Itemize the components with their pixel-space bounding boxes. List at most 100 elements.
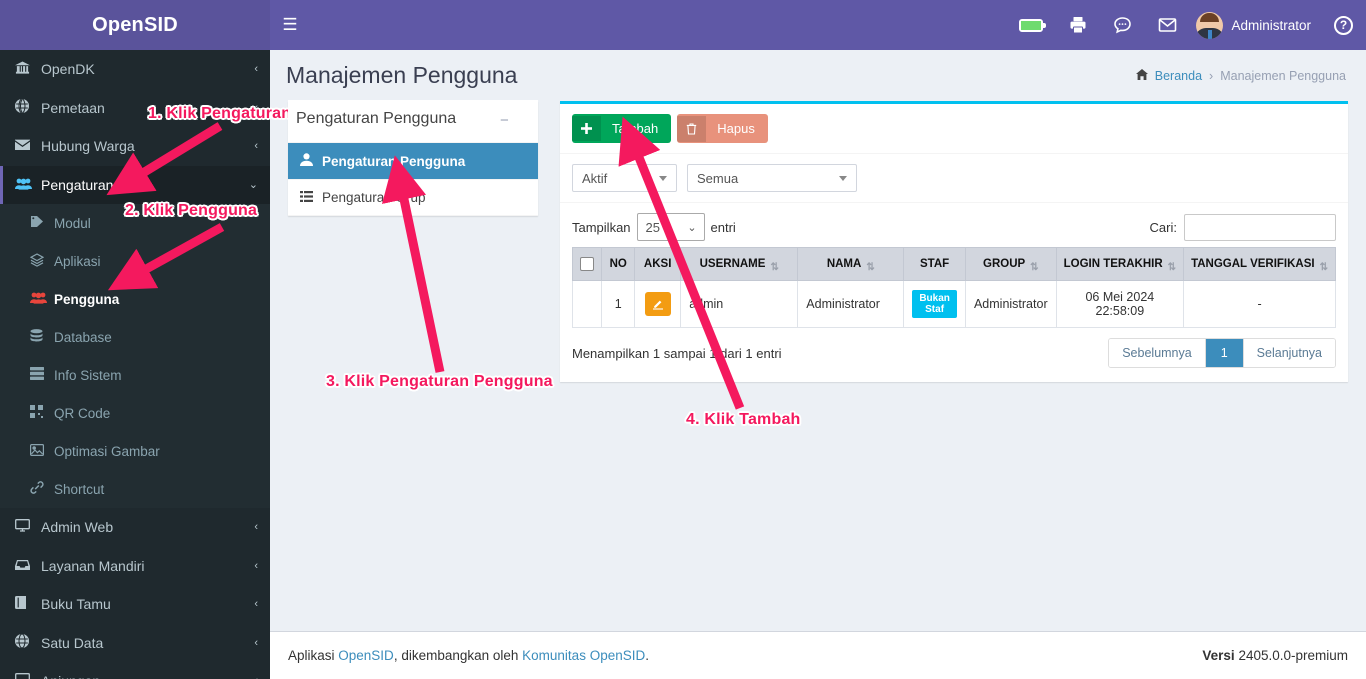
footer-link-komunitas[interactable]: Komunitas OpenSID bbox=[522, 648, 645, 663]
sidebar-item-admin-web[interactable]: Admin Web ‹ bbox=[0, 508, 270, 547]
avatar bbox=[1196, 11, 1224, 39]
user-name-label: Administrator bbox=[1231, 17, 1311, 33]
brand-label: OpenSID bbox=[92, 13, 178, 36]
link-icon bbox=[30, 481, 54, 497]
status-badge: Bukan Staf bbox=[912, 290, 957, 318]
delete-button[interactable]: Hapus bbox=[677, 114, 768, 143]
sidebar-item-aplikasi[interactable]: Aplikasi bbox=[0, 242, 270, 280]
search-input[interactable] bbox=[1184, 213, 1336, 241]
td-login-terakhir: 06 Mei 2024 22:58:09 bbox=[1055, 280, 1185, 328]
sidebar-item-shortcut[interactable]: Shortcut bbox=[0, 470, 270, 508]
content-header: Manajemen Pengguna Beranda › Manajemen P… bbox=[270, 50, 1366, 101]
sidebar-item-hubung-warga[interactable]: Hubung Warga ‹ bbox=[0, 127, 270, 166]
page-length-select[interactable]: 25 ⌄ bbox=[636, 213, 705, 241]
mail-icon[interactable] bbox=[1145, 0, 1190, 50]
page-title: Manajemen Pengguna bbox=[286, 62, 518, 88]
database-icon bbox=[30, 328, 54, 346]
sidebar-item-buku-tamu[interactable]: Buku Tamu ‹ bbox=[0, 585, 270, 624]
image-icon bbox=[30, 443, 54, 459]
desktop-icon bbox=[15, 519, 41, 535]
globe-icon bbox=[15, 98, 41, 116]
sidebar-item-layanan-mandiri[interactable]: Layanan Mandiri ‹ bbox=[0, 547, 270, 586]
th-username-label: USERNAME bbox=[699, 258, 766, 270]
battery-icon[interactable] bbox=[1006, 0, 1056, 50]
th-username[interactable]: USERNAME ⇅ bbox=[680, 247, 799, 281]
sidebar-submenu-pengaturan: Modul Aplikasi Pengguna Database Info Si… bbox=[0, 204, 270, 508]
brand-logo[interactable]: OpenSID bbox=[0, 0, 270, 50]
list-icon bbox=[300, 190, 313, 205]
th-group-label: GROUP bbox=[983, 258, 1026, 270]
users-table: NO AKSI USERNAME ⇅ NAMA ⇅ STAF GROUP ⇅ L… bbox=[571, 247, 1336, 328]
page-length-control: Tampilkan 25 ⌄ entri bbox=[572, 213, 736, 241]
sidebar-label: Pengaturan bbox=[41, 176, 114, 193]
edit-row-button[interactable] bbox=[644, 292, 671, 316]
sidebar-label: Hubung Warga bbox=[41, 138, 135, 155]
pagination-prev[interactable]: Sebelumnya bbox=[1109, 339, 1206, 367]
footer-text: Aplikasi OpenSID, dikembangkan oleh Komu… bbox=[288, 648, 649, 663]
settings-menu-list: Pengaturan Pengguna Pengaturan Grup bbox=[288, 142, 538, 216]
sort-icon: ⇅ bbox=[770, 262, 779, 273]
add-button-label: Tambah bbox=[612, 121, 659, 136]
caret-down-icon bbox=[839, 176, 847, 181]
sidebar-item-pemetaan[interactable]: Pemetaan ‹ bbox=[0, 89, 270, 128]
select-all-checkbox[interactable] bbox=[580, 257, 595, 271]
sidebar-item-optimasi-gambar[interactable]: Optimasi Gambar bbox=[0, 432, 270, 470]
sidebar-item-qr-code[interactable]: QR Code bbox=[0, 394, 270, 432]
menu-item-pengaturan-pengguna[interactable]: Pengaturan Pengguna bbox=[288, 143, 538, 180]
sidebar-label: Satu Data bbox=[41, 634, 104, 651]
th-select-all[interactable] bbox=[571, 247, 603, 281]
add-button[interactable]: Tambah bbox=[572, 114, 672, 143]
th-group[interactable]: GROUP ⇅ bbox=[964, 247, 1057, 281]
bank-icon bbox=[15, 61, 41, 78]
chevron-left-icon: ‹ bbox=[254, 559, 258, 572]
th-tanggal-verifikasi-label: TANGGAL VERIFIKASI bbox=[1191, 258, 1315, 270]
sidebar-toggle-icon[interactable]: ☰ bbox=[270, 0, 310, 50]
user-menu[interactable]: Administrator bbox=[1190, 0, 1321, 50]
td-nama: Administrator bbox=[797, 280, 905, 328]
pagination-next[interactable]: Selanjutnya bbox=[1243, 339, 1335, 367]
chevron-left-icon: ‹ bbox=[254, 521, 258, 534]
chevron-left-icon: ‹ bbox=[254, 63, 258, 76]
collapse-icon[interactable]: − bbox=[511, 116, 528, 131]
sidebar-item-satu-data[interactable]: Satu Data ‹ bbox=[0, 624, 270, 663]
group-filter-value: Semua bbox=[697, 170, 739, 186]
sidebar-label: Pemetaan bbox=[41, 99, 105, 116]
td-select[interactable] bbox=[571, 280, 603, 328]
footer-suffix: . bbox=[645, 648, 649, 663]
td-aksi bbox=[634, 280, 682, 328]
chevron-left-icon: ‹ bbox=[254, 101, 258, 114]
footer-link-opensid[interactable]: OpenSID bbox=[338, 648, 394, 663]
footer-version: Versi 2405.0.0-premium bbox=[1202, 648, 1348, 663]
status-filter-select[interactable]: Aktif bbox=[572, 164, 677, 192]
sidebar-item-modul[interactable]: Modul bbox=[0, 204, 270, 242]
caret-down-icon bbox=[659, 176, 667, 181]
th-no[interactable]: NO bbox=[601, 247, 636, 281]
sidebar-item-pengguna[interactable]: Pengguna bbox=[0, 280, 270, 318]
cubes-icon bbox=[29, 252, 54, 270]
pagination-page-1[interactable]: 1 bbox=[1205, 339, 1244, 367]
help-icon[interactable]: ? bbox=[1321, 0, 1366, 50]
plus-icon bbox=[572, 116, 601, 141]
chevron-left-icon: ‹ bbox=[254, 636, 258, 649]
th-login-terakhir[interactable]: LOGIN TERAKHIR ⇅ bbox=[1055, 247, 1185, 281]
group-filter-select[interactable]: Semua bbox=[687, 164, 857, 192]
sidebar-item-pengaturan[interactable]: Pengaturan ⌄ bbox=[0, 165, 270, 204]
table-header-row: NO AKSI USERNAME ⇅ NAMA ⇅ STAF GROUP ⇅ L… bbox=[571, 247, 1336, 281]
sort-icon: ⇅ bbox=[1319, 262, 1328, 273]
th-tanggal-verifikasi[interactable]: TANGGAL VERIFIKASI ⇅ bbox=[1183, 247, 1336, 281]
th-aksi[interactable]: AKSI bbox=[634, 247, 682, 281]
sidebar-item-database[interactable]: Database bbox=[0, 318, 270, 356]
sidebar-item-anjungan[interactable]: Anjungan ‹ bbox=[0, 662, 270, 679]
settings-panel-title: Pengaturan Pengguna bbox=[300, 114, 461, 131]
printer-icon[interactable] bbox=[1056, 0, 1100, 50]
breadcrumb-home-link[interactable]: Beranda bbox=[1155, 69, 1202, 83]
footer-prefix: Aplikasi bbox=[288, 648, 339, 663]
th-staf[interactable]: STAF bbox=[903, 247, 966, 281]
chat-icon[interactable] bbox=[1100, 0, 1145, 50]
sidebar-item-info-sistem[interactable]: Info Sistem bbox=[0, 356, 270, 394]
th-nama[interactable]: NAMA ⇅ bbox=[797, 247, 905, 281]
sidebar-item-opendk[interactable]: OpenDK ‹ bbox=[0, 50, 270, 89]
breadcrumb-separator: › bbox=[1209, 68, 1214, 83]
sidebar-label: OpenDK bbox=[41, 61, 95, 78]
menu-item-pengaturan-grup[interactable]: Pengaturan Grup bbox=[288, 180, 538, 216]
